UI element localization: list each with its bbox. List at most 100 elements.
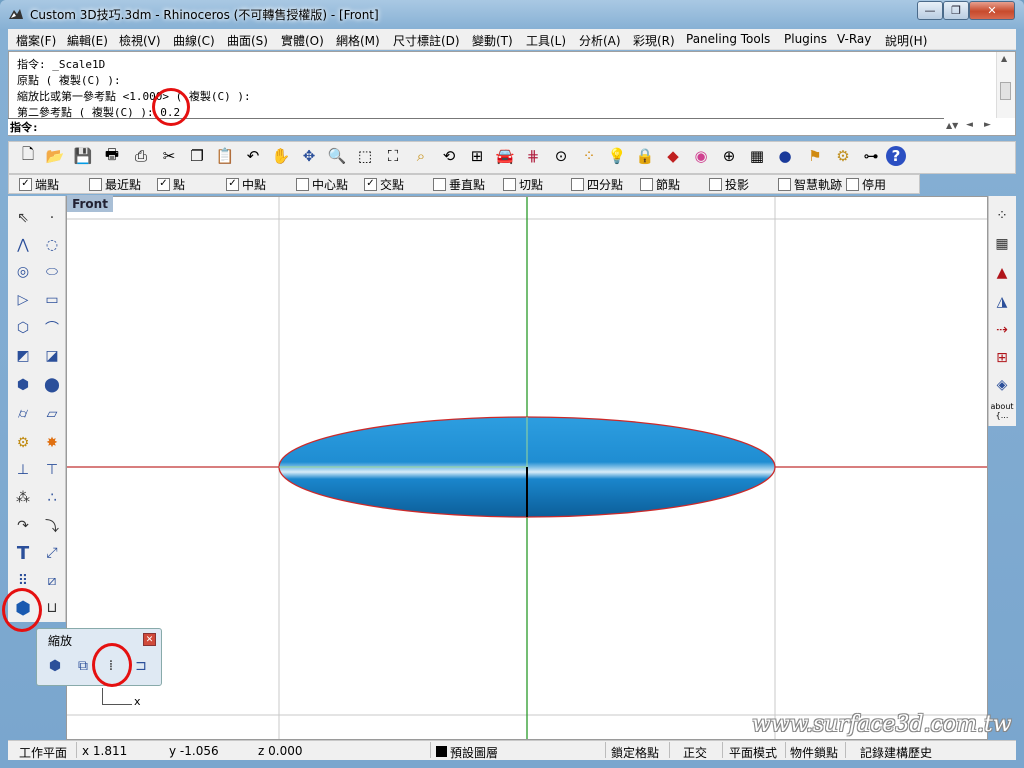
surface-icon[interactable]: ◩ xyxy=(12,345,34,367)
undo-view-icon[interactable]: ⟲ xyxy=(438,145,460,167)
open-icon[interactable]: 📂 xyxy=(44,145,66,167)
scroll-up-icon[interactable]: ▲ xyxy=(1001,54,1007,63)
move-icon[interactable]: ⤢ xyxy=(41,542,63,564)
close-button[interactable]: ✕ xyxy=(969,1,1015,20)
mesh-plane-icon[interactable]: ▱ xyxy=(41,403,63,425)
tree-icon[interactable]: ⊶ xyxy=(860,145,882,167)
light-icon[interactable]: 💡 xyxy=(606,145,628,167)
osnap-perpendicular[interactable]: 垂直點 xyxy=(433,176,485,192)
group-icon[interactable]: ⁂ xyxy=(12,487,34,509)
circle-icon[interactable]: ◎ xyxy=(12,261,34,283)
status-cplane[interactable]: 工作平面 xyxy=(19,744,67,761)
zoom-extents-icon[interactable]: ⛶ xyxy=(382,145,404,167)
command-line[interactable] xyxy=(8,118,944,135)
cylinder-icon[interactable]: ⌭ xyxy=(12,403,34,425)
polygon-icon[interactable]: ⬡ xyxy=(12,317,34,339)
checkbox[interactable] xyxy=(296,177,309,191)
ungroup-icon[interactable]: ∴ xyxy=(41,487,63,509)
points-arrow-icon[interactable]: ⇢ xyxy=(991,319,1013,341)
pan-icon[interactable]: ✋ xyxy=(270,145,292,167)
dimension-icon[interactable]: ⊔ xyxy=(41,597,63,619)
curve-tools-icon[interactable]: ↷ xyxy=(12,515,34,537)
osnap-knot[interactable]: 節點 xyxy=(640,176,680,192)
osnap-tangent[interactable]: 切點 xyxy=(503,176,543,192)
point-icon[interactable]: ⁘ xyxy=(578,145,600,167)
osnap-smarttrack[interactable]: 智慧軌跡 xyxy=(778,176,842,192)
new-icon[interactable]: 🗋 xyxy=(17,145,39,167)
vray-icon[interactable]: ⚑ xyxy=(804,145,826,167)
about-button[interactable]: about {... xyxy=(990,402,1014,420)
undo-icon[interactable]: ↶ xyxy=(242,145,264,167)
checkbox[interactable]: ✓ xyxy=(157,177,170,191)
osnap-intersection[interactable]: ✓ 交點 xyxy=(364,176,404,192)
ball-icon[interactable]: ● xyxy=(774,145,796,167)
menu-tools[interactable]: 工具(L) xyxy=(526,32,566,49)
lock-icon[interactable]: 🔒 xyxy=(634,145,656,167)
osnap-project[interactable]: 投影 xyxy=(709,176,749,192)
status-layer[interactable]: 預設圖層 xyxy=(450,744,498,761)
menu-paneling-tools[interactable]: Paneling Tools xyxy=(686,32,770,46)
menu-help[interactable]: 說明(H) xyxy=(885,32,927,49)
osnap-point[interactable]: ✓ 點 xyxy=(157,176,185,192)
split-icon[interactable]: ⊤ xyxy=(41,459,63,481)
color-icon[interactable]: ◉ xyxy=(690,145,712,167)
zoom-window-icon[interactable]: ⬚ xyxy=(354,145,376,167)
point-tool-icon[interactable]: · xyxy=(41,207,63,229)
minimize-button[interactable]: — xyxy=(917,1,943,20)
status-history[interactable]: 記錄建構歷史 xyxy=(860,744,932,761)
checkbox[interactable] xyxy=(503,177,516,191)
menu-view[interactable]: 檢視(V) xyxy=(119,32,161,49)
scale-3d-icon[interactable]: ⬢ xyxy=(44,655,66,677)
mirror-icon[interactable]: ⧄ xyxy=(41,570,63,592)
checkbox[interactable] xyxy=(89,177,102,191)
scroll-thumb[interactable] xyxy=(1000,82,1011,100)
menu-solid[interactable]: 實體(O) xyxy=(281,32,324,49)
offset-icon[interactable]: ⤵ xyxy=(41,515,63,537)
arrow-right-icon[interactable]: ► xyxy=(984,120,991,130)
checkbox[interactable]: ✓ xyxy=(226,177,239,191)
text-icon[interactable]: T xyxy=(12,542,34,564)
box-frame-icon[interactable]: ⊞ xyxy=(991,347,1013,369)
arrow-left-icon[interactable]: ◄ xyxy=(966,120,973,130)
cut-icon[interactable]: ✂ xyxy=(158,145,180,167)
osnap-quadrant[interactable]: 四分點 xyxy=(571,176,623,192)
help-icon[interactable]: ? xyxy=(886,146,906,166)
curve-icon[interactable]: ◌ xyxy=(41,234,63,256)
viewport-title[interactable]: Front xyxy=(67,195,113,212)
menu-vray[interactable]: V-Ray xyxy=(837,32,871,46)
status-osnap[interactable]: 物件鎖點 xyxy=(790,744,838,761)
plane-icon[interactable]: ◮ xyxy=(991,291,1013,313)
extrude-icon[interactable]: ◪ xyxy=(41,345,63,367)
osnap-endpoint[interactable]: ✓ 端點 xyxy=(19,176,59,192)
triangle-icon[interactable]: ▲ xyxy=(991,262,1013,284)
checkbox[interactable] xyxy=(778,177,791,191)
import-icon[interactable]: ⎙ xyxy=(130,145,152,167)
render-icon[interactable]: ◆ xyxy=(662,145,684,167)
copy-icon[interactable]: ❐ xyxy=(186,145,208,167)
checkbox[interactable] xyxy=(571,177,584,191)
checkbox[interactable]: ✓ xyxy=(364,177,377,191)
maximize-button[interactable]: ❐ xyxy=(943,1,969,20)
select-icon[interactable]: ⇖ xyxy=(12,207,34,229)
menu-transform[interactable]: 變動(T) xyxy=(472,32,513,49)
menu-file[interactable]: 檔案(F) xyxy=(16,32,56,49)
scale-nu-icon[interactable]: ⊐ xyxy=(130,655,152,677)
gear-icon[interactable]: ⚙ xyxy=(832,145,854,167)
rotate-view-icon[interactable]: ✥ xyxy=(298,145,320,167)
zoom-dynamic-icon[interactable]: 🔍 xyxy=(326,145,348,167)
trim-icon[interactable]: ⊥ xyxy=(12,459,34,481)
menu-render[interactable]: 彩現(R) xyxy=(633,32,675,49)
grid-icon[interactable]: ⋕ xyxy=(522,145,544,167)
osnap-near[interactable]: 最近點 xyxy=(89,176,141,192)
menu-mesh[interactable]: 網格(M) xyxy=(336,32,380,49)
rectangle-icon[interactable]: ▭ xyxy=(41,289,63,311)
box-icon[interactable]: ⬢ xyxy=(12,374,34,396)
car-icon[interactable]: 🚘 xyxy=(494,145,516,167)
osnap-disable[interactable]: 停用 xyxy=(846,176,886,192)
arc-icon[interactable]: ▷ xyxy=(12,289,34,311)
osnap-center[interactable]: 中心點 xyxy=(296,176,348,192)
checkbox[interactable] xyxy=(433,177,446,191)
front-viewport[interactable] xyxy=(66,196,988,740)
popup-close-icon[interactable]: ✕ xyxy=(143,633,156,646)
scale-2d-icon[interactable]: ⧉ xyxy=(72,655,94,677)
